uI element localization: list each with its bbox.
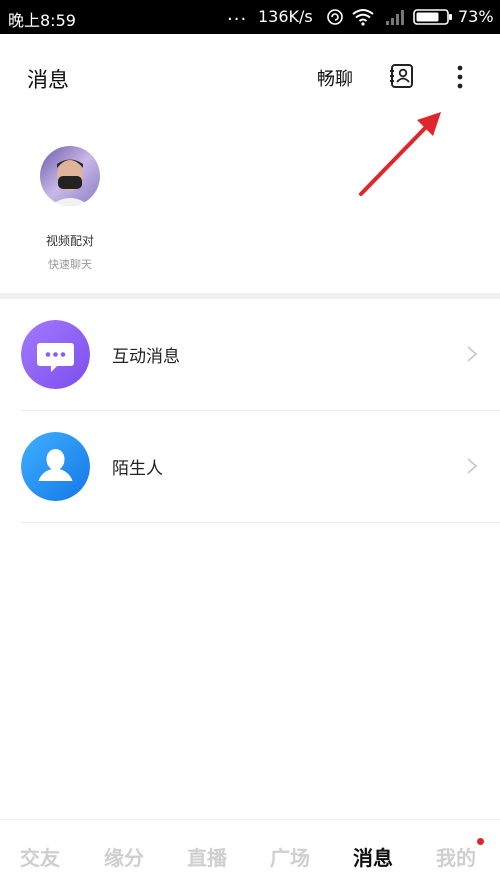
sync-icon (327, 9, 343, 25)
tab-friends[interactable]: 交友 (20, 842, 60, 871)
avatar (40, 146, 100, 206)
tab-messages[interactable]: 消息 (353, 842, 393, 871)
status-time: 晚上8:59 (8, 11, 76, 30)
status-dots: ... (227, 4, 248, 25)
tab-me[interactable]: 我的 (436, 842, 476, 871)
list-item-interactive-messages[interactable]: 互动消息 (0, 299, 500, 411)
tab-fate[interactable]: 缘分 (104, 842, 144, 871)
signal-icon (386, 10, 404, 25)
chat-bubble-icon (21, 320, 90, 389)
video-match-entry[interactable]: 视频配对 快速聊天 (22, 140, 118, 280)
battery-icon (413, 9, 452, 25)
chevron-right-icon (467, 458, 478, 474)
battery-percent: 73% (458, 7, 494, 26)
chevron-right-icon (467, 346, 478, 362)
video-match-subtitle: 快速聊天 (48, 258, 92, 271)
wifi-icon (352, 9, 374, 26)
screen: 晚上8:59 ... 136K/s 73% 消息 畅聊 视频配对 快速聊天 互动… (0, 0, 500, 889)
tab-square[interactable]: 广场 (270, 842, 310, 871)
status-bar: 晚上8:59 ... 136K/s 73% (0, 0, 500, 34)
network-speed: 136K/s (258, 7, 313, 26)
more-vertical-icon[interactable] (448, 62, 472, 92)
person-icon (21, 432, 90, 501)
tab-bar: 交友 缘分 直播 广场 消息 我的 (0, 819, 500, 889)
list-item-label: 互动消息 (112, 347, 180, 367)
annotation-arrow-icon (359, 112, 441, 196)
list-item-label: 陌生人 (112, 459, 163, 479)
contacts-icon[interactable] (389, 63, 415, 89)
tab-live[interactable]: 直播 (187, 842, 227, 871)
page-title: 消息 (27, 68, 69, 92)
video-match-title: 视频配对 (45, 234, 94, 248)
notification-dot (477, 838, 484, 845)
chat-button[interactable]: 畅聊 (317, 65, 353, 91)
list-item-strangers[interactable]: 陌生人 (0, 411, 500, 523)
row-divider (21, 522, 500, 523)
